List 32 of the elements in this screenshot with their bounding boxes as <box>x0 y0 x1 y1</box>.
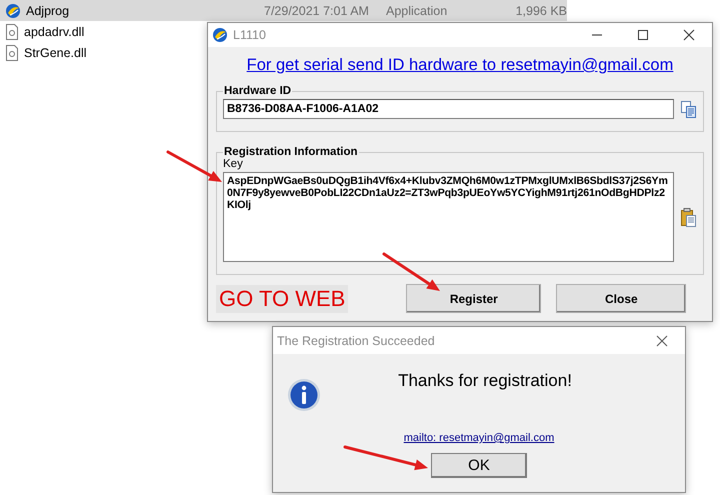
close-button[interactable]: Close <box>556 284 686 313</box>
file-date: 7/29/2021 7:01 AM <box>264 4 370 18</box>
dialog-title: The Registration Succeeded <box>277 334 436 348</box>
file-name: StrGene.dll <box>24 46 88 60</box>
info-icon <box>287 378 321 412</box>
file-row[interactable]: apdadrv.dll <box>0 21 90 42</box>
group-title: Registration Information <box>223 146 359 158</box>
hardware-id-field[interactable]: B8736-D08AA-F1006-A1A02 <box>223 99 674 119</box>
window-title: L1110 <box>233 28 267 42</box>
file-name: apdadrv.dll <box>24 24 86 38</box>
ok-button[interactable]: OK <box>431 453 527 478</box>
file-icon <box>5 24 19 40</box>
key-field[interactable]: AspEDnpWGaeBs0uDQgB1ih4Vf6x4+Klubv3ZMQh6M0w1zTPMxglUMxlB6SbdlS37j2S6Ym0N7F9y8yewveB0PobLI22CDn1aUz2=ZT3wPqb3pUEoYw5YCYighM91rtj261nOdBgHDPlz2KIOlj <box>223 172 674 262</box>
app-icon <box>212 27 228 43</box>
file-row[interactable]: Adjprog 7/29/2021 7:01 AM Application 1,996 KB <box>0 0 567 21</box>
callout-arrow <box>382 252 440 291</box>
callout-arrow <box>166 150 222 182</box>
group-title: Hardware ID <box>223 85 292 97</box>
email-link[interactable]: For get serial send ID hardware to resetmayin@gmail.com <box>246 56 674 75</box>
go-to-web-link[interactable]: GO TO WEB <box>216 284 348 312</box>
file-icon <box>5 44 19 60</box>
register-button[interactable]: Register <box>406 284 542 313</box>
mailto-link[interactable]: mailto: resetmayin@gmail.com <box>404 432 554 444</box>
success-message: Thanks for registration! <box>398 371 572 391</box>
file-type: Application <box>386 4 448 18</box>
app-icon <box>5 2 21 18</box>
key-label: Key <box>223 158 244 170</box>
file-row[interactable]: StrGene.dll <box>0 42 93 63</box>
copy-icon[interactable] <box>681 100 696 118</box>
file-size: 1,996 KB <box>514 4 567 18</box>
paste-icon[interactable] <box>681 208 696 226</box>
file-name: Adjprog <box>26 4 70 18</box>
